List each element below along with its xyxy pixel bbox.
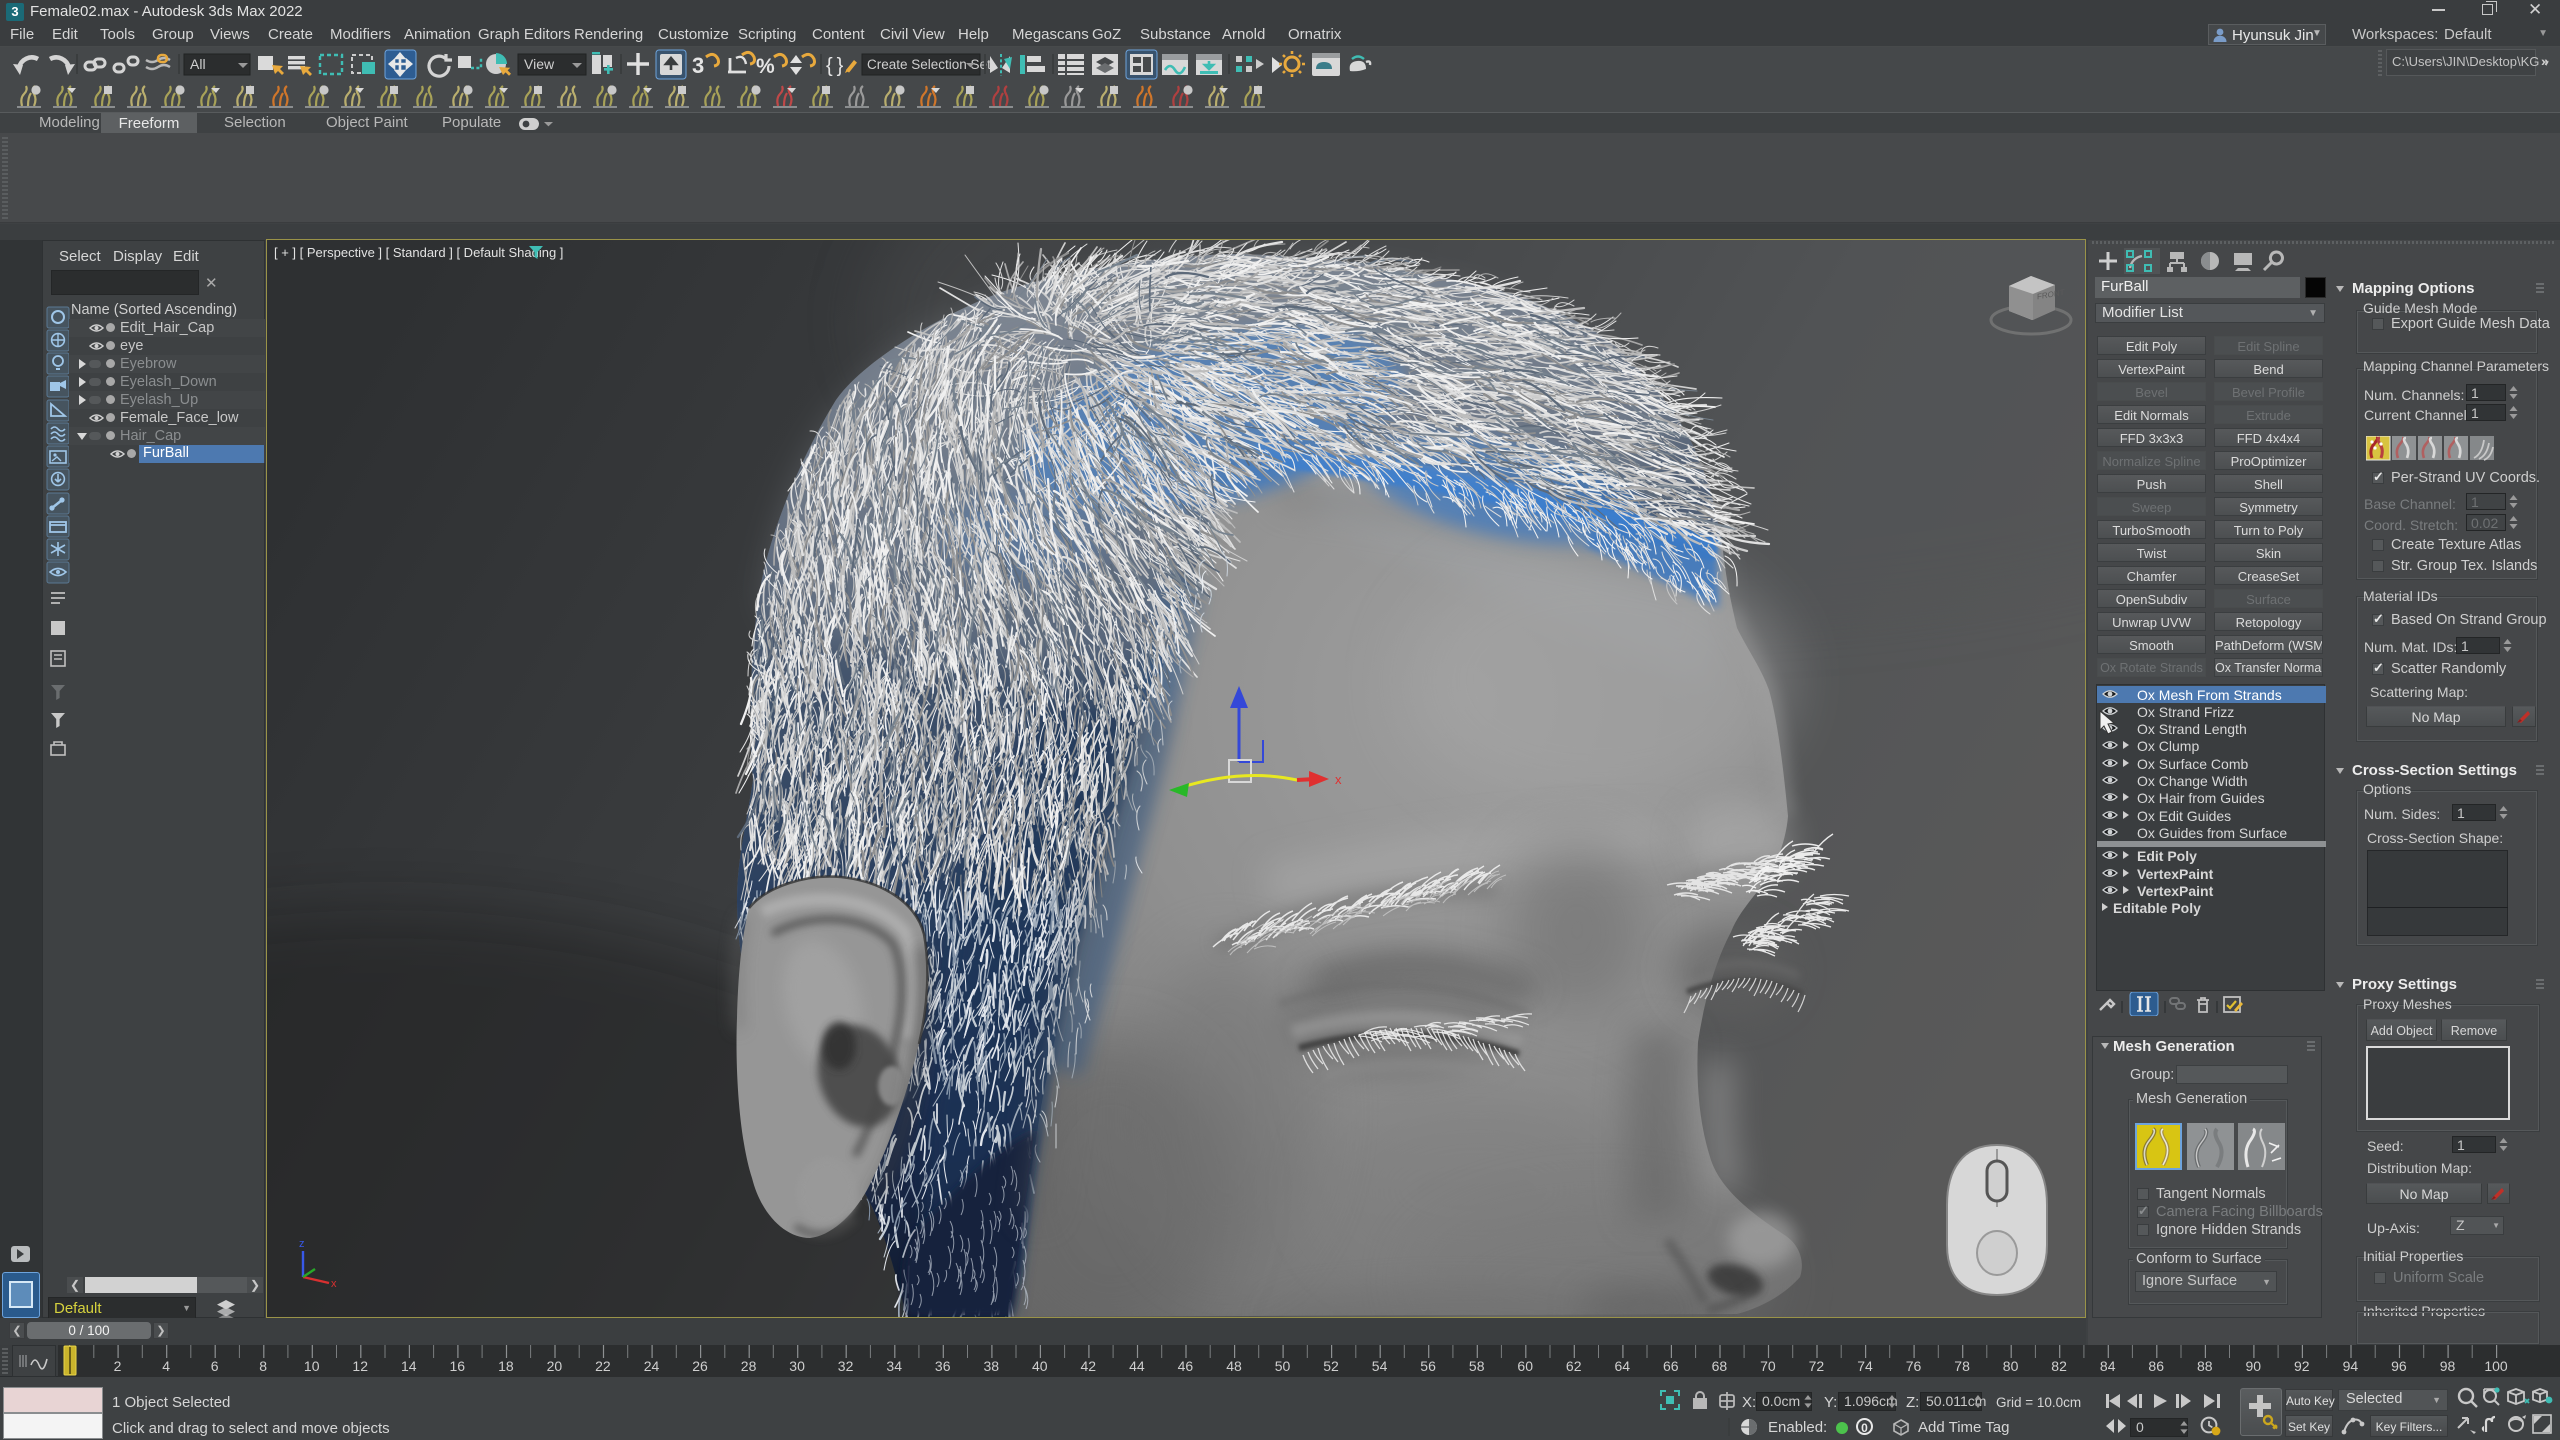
svg-text:46: 46 bbox=[1178, 1358, 1194, 1374]
svg-text:80: 80 bbox=[2003, 1358, 2019, 1374]
svg-text:26: 26 bbox=[692, 1358, 708, 1374]
svg-text:44: 44 bbox=[1129, 1358, 1145, 1374]
svg-text:72: 72 bbox=[1809, 1358, 1825, 1374]
svg-text:66: 66 bbox=[1663, 1358, 1679, 1374]
svg-text:76: 76 bbox=[1906, 1358, 1922, 1374]
svg-text:70: 70 bbox=[1760, 1358, 1776, 1374]
svg-text:x: x bbox=[331, 1278, 337, 1290]
svg-text:42: 42 bbox=[1081, 1358, 1097, 1374]
svg-text:98: 98 bbox=[2440, 1358, 2456, 1374]
svg-text:100: 100 bbox=[2484, 1358, 2508, 1374]
svg-text:%: % bbox=[756, 55, 775, 78]
svg-text:38: 38 bbox=[984, 1358, 1000, 1374]
svg-text:94: 94 bbox=[2343, 1358, 2359, 1374]
svg-text:[ + ] [ Perspective ] [ Standa: [ + ] [ Perspective ] [ Standard ] [ Def… bbox=[274, 245, 563, 260]
svg-text:86: 86 bbox=[2148, 1358, 2164, 1374]
svg-text:62: 62 bbox=[1566, 1358, 1582, 1374]
svg-text:48: 48 bbox=[1226, 1358, 1242, 1374]
svg-text:58: 58 bbox=[1469, 1358, 1485, 1374]
svg-text:View: View bbox=[524, 56, 555, 72]
svg-text:2: 2 bbox=[114, 1358, 122, 1374]
svg-text:All: All bbox=[190, 56, 206, 72]
svg-text:90: 90 bbox=[2246, 1358, 2262, 1374]
svg-text:30: 30 bbox=[789, 1358, 805, 1374]
svg-text:4: 4 bbox=[162, 1358, 170, 1374]
svg-text:92: 92 bbox=[2294, 1358, 2310, 1374]
svg-text:50: 50 bbox=[1275, 1358, 1291, 1374]
svg-text:64: 64 bbox=[1615, 1358, 1631, 1374]
svg-text:60: 60 bbox=[1517, 1358, 1533, 1374]
svg-text:12: 12 bbox=[352, 1358, 368, 1374]
svg-text:x: x bbox=[1335, 772, 1342, 787]
svg-text:40: 40 bbox=[1032, 1358, 1048, 1374]
svg-text:24: 24 bbox=[644, 1358, 660, 1374]
svg-text:32: 32 bbox=[838, 1358, 854, 1374]
svg-text:14: 14 bbox=[401, 1358, 417, 1374]
svg-text:82: 82 bbox=[2051, 1358, 2067, 1374]
svg-text:28: 28 bbox=[741, 1358, 757, 1374]
svg-text:84: 84 bbox=[2100, 1358, 2116, 1374]
svg-text:52: 52 bbox=[1323, 1358, 1339, 1374]
svg-text:3: 3 bbox=[692, 53, 704, 78]
svg-text:68: 68 bbox=[1712, 1358, 1728, 1374]
svg-text:88: 88 bbox=[2197, 1358, 2213, 1374]
svg-text:8: 8 bbox=[259, 1358, 267, 1374]
svg-text:74: 74 bbox=[1857, 1358, 1873, 1374]
svg-text:{ }: { } bbox=[826, 55, 844, 77]
svg-text:z: z bbox=[299, 1238, 305, 1250]
svg-text:10: 10 bbox=[304, 1358, 320, 1374]
svg-text:20: 20 bbox=[547, 1358, 563, 1374]
svg-text:6: 6 bbox=[211, 1358, 219, 1374]
svg-text:34: 34 bbox=[886, 1358, 902, 1374]
svg-text:54: 54 bbox=[1372, 1358, 1388, 1374]
svg-text:56: 56 bbox=[1420, 1358, 1436, 1374]
svg-text:96: 96 bbox=[2391, 1358, 2407, 1374]
svg-text:36: 36 bbox=[935, 1358, 951, 1374]
svg-text:78: 78 bbox=[1954, 1358, 1970, 1374]
svg-text:18: 18 bbox=[498, 1358, 514, 1374]
svg-text:22: 22 bbox=[595, 1358, 611, 1374]
svg-text:16: 16 bbox=[450, 1358, 466, 1374]
